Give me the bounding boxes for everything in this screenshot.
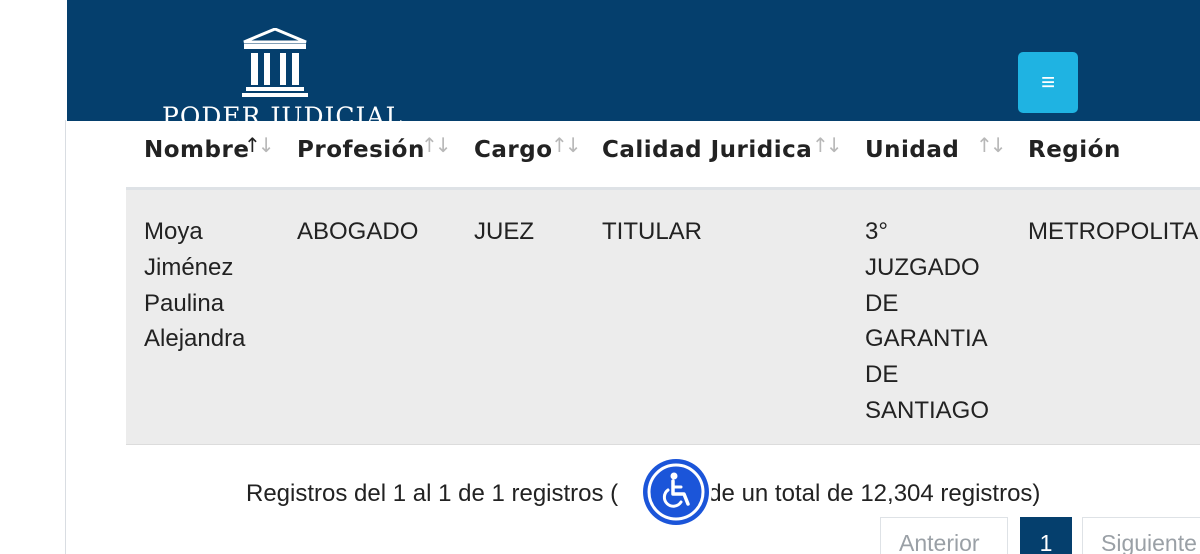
cell-unidad: 3° JUZGADO DE GARANTIA DE SANTIAGO [865, 214, 989, 429]
accessibility-button-inner [643, 459, 709, 525]
table-header: Nombre ↑↓ Profesión ↑↓ Cargo ↑↓ Calidad … [126, 121, 1200, 190]
accessibility-button[interactable] [640, 456, 712, 528]
poder-judicial-logo[interactable]: PODER JUDICIAL [162, 28, 402, 121]
cell-calidad-juridica: TITULAR [602, 218, 703, 245]
menu-toggle-button[interactable]: ≡ [1018, 52, 1078, 113]
cell-text: Paulina [144, 289, 225, 317]
info-text-left: Registros del 1 al 1 de 1 registros ( [246, 480, 619, 507]
column-label: Profesión [297, 137, 425, 163]
hamburger-icon: ≡ [1040, 69, 1055, 96]
table-row: Moya Jiménez Paulina Alejandra ABOGADO J… [126, 190, 1200, 445]
info-text-right: o de un total de 12,304 registros) [688, 480, 1041, 507]
pagination-page-1[interactable]: 1 [1020, 517, 1072, 554]
content-left-border [65, 120, 66, 554]
pagination-next-button[interactable]: Siguiente [1082, 517, 1200, 554]
cell-text: 3° [865, 218, 888, 245]
cell-text: DE [865, 289, 899, 317]
pagination-previous-button[interactable]: Anterior [880, 517, 1008, 554]
cell-cargo: JUEZ [474, 218, 534, 245]
column-label: Región [1028, 137, 1121, 163]
column-label: Nombre [144, 137, 250, 163]
column-label: Calidad Juridica [602, 137, 813, 163]
sort-ascending-icon: ↑↓ [244, 133, 274, 157]
column-label: Cargo [474, 137, 553, 163]
wheelchair-icon [647, 463, 705, 521]
logo-text: PODER JUDICIAL [162, 102, 402, 121]
sort-icon: ↑↓ [812, 133, 842, 157]
cell-text: Moya [144, 218, 203, 245]
cell-profesion: ABOGADO [297, 218, 419, 245]
sort-icon: ↑↓ [421, 133, 451, 157]
cell-nombre: Moya Jiménez Paulina Alejandra [144, 214, 245, 357]
cell-text: SANTIAGO [865, 396, 990, 424]
sort-icon: ↑↓ [551, 133, 581, 157]
sort-icon: ↑↓ [976, 133, 1006, 157]
site-header: PODER JUDICIAL ≡ [67, 0, 1200, 121]
page: PODER JUDICIAL ≡ Nombre ↑↓ Profesión ↑↓ … [0, 0, 1200, 554]
cell-text: Alejandra [144, 325, 246, 353]
cell-text: Jiménez [144, 253, 234, 281]
cell-text: DE [865, 361, 899, 389]
column-label: Unidad [865, 137, 960, 163]
courthouse-icon [242, 28, 308, 97]
cell-text: GARANTIA [865, 325, 988, 353]
cell-text: JUZGADO [865, 253, 980, 281]
cell-region: METROPOLITA [1028, 218, 1199, 245]
